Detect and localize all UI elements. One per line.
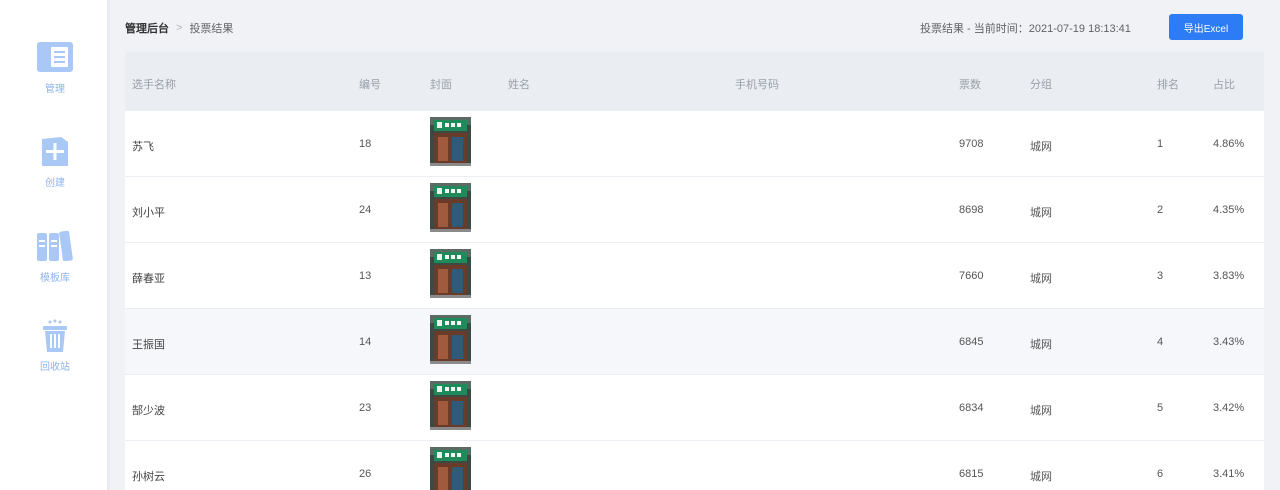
chevron-right-icon: > [176, 22, 183, 34]
column-header-votes: 票数 [959, 79, 981, 91]
group-name: 城网 [1030, 339, 1052, 351]
vote-count: 6834 [959, 402, 984, 414]
page-header: 管理后台 > 投票结果 投票结果 - 当前时间：2021-07-19 18:13… [110, 0, 1280, 52]
sidebar-item-templates[interactable]: 模板库 [0, 230, 110, 284]
vote-count: 8698 [959, 204, 984, 216]
trash-icon [0, 319, 110, 358]
column-header-group: 分组 [1030, 79, 1052, 91]
column-header-rank: 排名 [1157, 79, 1179, 91]
player-name: 刘小平 [132, 207, 165, 219]
player-name: 孙树云 [132, 471, 165, 483]
vote-ratio: 4.86% [1213, 138, 1245, 150]
sidebar: 管理 创建 模板库 回收站 [0, 0, 110, 490]
rank: 1 [1157, 138, 1164, 150]
vote-ratio: 4.35% [1213, 204, 1245, 216]
table-row[interactable]: 刘小平 24 8698 城网 2 4.35% [125, 177, 1264, 243]
app-window: 管理 创建 模板库 回收站 管理后台 > 投票结果 投票结果 - 当前时间：20… [0, 0, 1280, 490]
cover-image[interactable] [430, 117, 471, 166]
vote-ratio: 3.83% [1213, 270, 1245, 282]
sidebar-item-label: 模板库 [40, 273, 70, 284]
breadcrumb: 管理后台 > 投票结果 [125, 20, 233, 36]
group-name: 城网 [1030, 273, 1052, 285]
vote-ratio: 3.42% [1213, 402, 1245, 414]
sidebar-item-label: 创建 [45, 178, 65, 189]
player-name: 薛春亚 [132, 273, 165, 285]
sidebar-item-create[interactable]: 创建 [0, 135, 110, 189]
vote-count: 9708 [959, 138, 984, 150]
sidebar-item-manage[interactable]: 管理 [0, 42, 110, 95]
cover-image[interactable] [430, 183, 471, 232]
group-name: 城网 [1030, 471, 1052, 483]
cover-image[interactable] [430, 447, 471, 490]
group-name: 城网 [1030, 141, 1052, 153]
player-name: 郜少波 [132, 405, 165, 417]
player-number: 26 [359, 468, 372, 480]
cover-image[interactable] [430, 249, 471, 298]
results-table: 选手名称 编号 封面 姓名 手机号码 票数 分组 排名 占比 苏飞 18 970… [125, 52, 1264, 490]
column-header-player: 选手名称 [132, 79, 176, 91]
column-header-cover: 封面 [430, 79, 452, 91]
rank: 6 [1157, 468, 1164, 480]
sidebar-item-label: 回收站 [40, 362, 70, 373]
current-time-status: 投票结果 - 当前时间：2021-07-19 18:13:41 [920, 23, 1131, 35]
plus-icon [0, 135, 110, 174]
group-name: 城网 [1030, 207, 1052, 219]
breadcrumb-current: 投票结果 [189, 23, 234, 35]
table-row[interactable]: 王振国 14 6845 城网 4 3.43% [125, 309, 1264, 375]
player-number: 23 [359, 402, 372, 414]
sidebar-item-label: 管理 [45, 84, 65, 95]
table-header: 选手名称 编号 封面 姓名 手机号码 票数 分组 排名 占比 [125, 52, 1264, 111]
vote-ratio: 3.41% [1213, 468, 1245, 480]
sidebar-item-recycle[interactable]: 回收站 [0, 319, 110, 373]
cover-image[interactable] [430, 381, 471, 430]
player-number: 18 [359, 138, 372, 150]
group-name: 城网 [1030, 405, 1052, 417]
document-icon [0, 42, 110, 77]
column-header-name: 姓名 [508, 79, 530, 91]
vote-count: 6815 [959, 468, 984, 480]
cover-image[interactable] [430, 315, 471, 364]
breadcrumb-root[interactable]: 管理后台 [125, 20, 169, 36]
player-name: 王振国 [132, 339, 165, 351]
rank: 2 [1157, 204, 1164, 216]
export-excel-button[interactable]: 导出Excel [1169, 14, 1243, 40]
vote-count: 6845 [959, 336, 984, 348]
table-row[interactable]: 郜少波 23 6834 城网 5 3.42% [125, 375, 1264, 441]
column-header-ratio: 占比 [1213, 79, 1235, 91]
table-row[interactable]: 薛春亚 13 7660 城网 3 3.83% [125, 243, 1264, 309]
table-body: 苏飞 18 9708 城网 1 4.86% 刘小平 24 8698 城网 2 4… [125, 111, 1264, 490]
rank: 3 [1157, 270, 1164, 282]
books-icon [0, 230, 110, 266]
vote-ratio: 3.43% [1213, 336, 1245, 348]
player-name: 苏飞 [132, 141, 154, 153]
player-number: 13 [359, 270, 372, 282]
column-header-phone: 手机号码 [735, 79, 779, 91]
player-number: 14 [359, 336, 372, 348]
table-row[interactable]: 孙树云 26 6815 城网 6 3.41% [125, 441, 1264, 490]
rank: 5 [1157, 402, 1164, 414]
table-row[interactable]: 苏飞 18 9708 城网 1 4.86% [125, 111, 1264, 177]
column-header-number: 编号 [359, 79, 381, 91]
vote-count: 7660 [959, 270, 984, 282]
player-number: 24 [359, 204, 372, 216]
rank: 4 [1157, 336, 1164, 348]
